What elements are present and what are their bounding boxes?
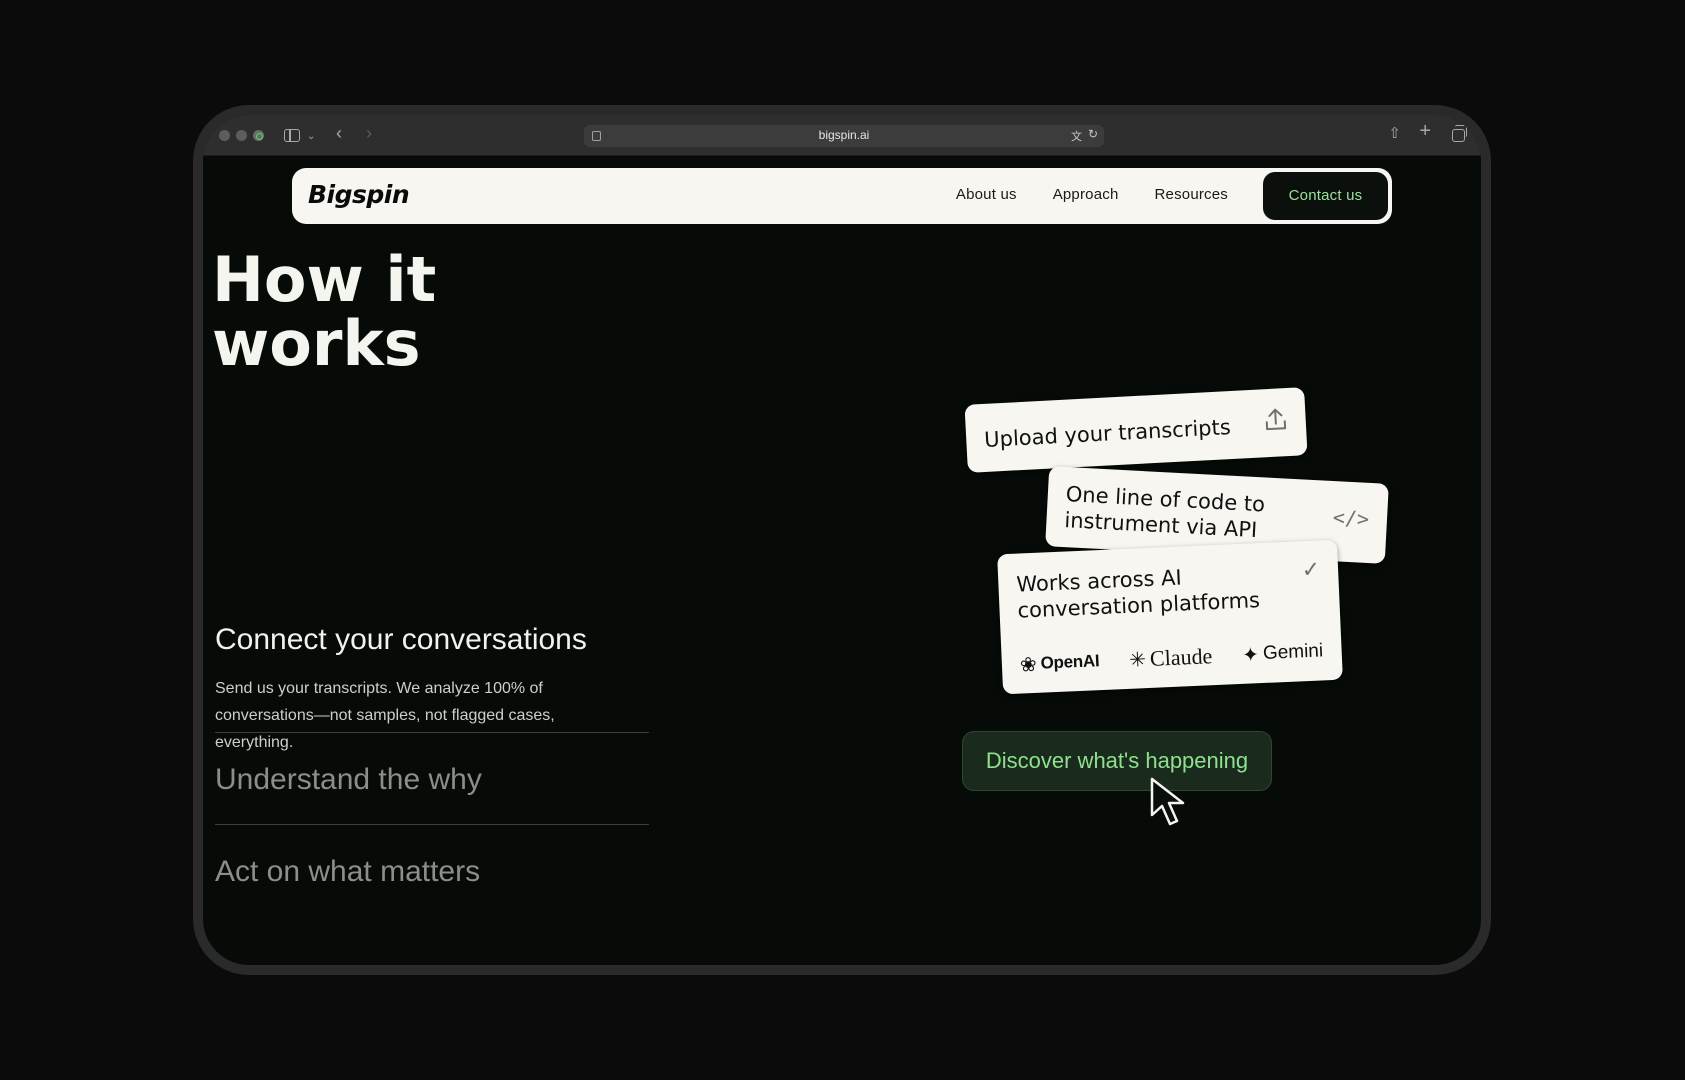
cursor-icon (1150, 777, 1185, 826)
back-icon[interactable]: ‹ (336, 124, 342, 142)
step-understand[interactable]: Understand the why (215, 763, 482, 797)
page-title: How it works (212, 248, 572, 376)
page-title-line-2: works (212, 307, 421, 380)
code-icon: </> (1332, 505, 1370, 531)
window-controls (219, 130, 264, 141)
translate-icon[interactable]: 文 (1071, 128, 1082, 144)
site-nav: Bigspin About us Approach Resources Cont… (292, 168, 1392, 224)
step-active-description: Send us your transcripts. We analyze 100… (215, 680, 555, 751)
sidebar-toggle-icon[interactable] (284, 129, 300, 142)
platforms-card-text: Works across AI conversation platforms (1015, 565, 1261, 623)
browser-window: ⌄ ‹ › bigspin.ai 文 ↻ ⇧ + Bigspin About u… (203, 115, 1481, 965)
api-card-text: One line of code to instrument via API (1063, 482, 1266, 543)
contact-button[interactable]: Contact us (1263, 172, 1388, 220)
device-frame: ⌄ ‹ › bigspin.ai 文 ↻ ⇧ + Bigspin About u… (193, 105, 1491, 975)
platforms-card: Works across AI conversation platforms ✓… (997, 539, 1343, 695)
forward-icon[interactable]: › (366, 124, 372, 142)
step-active-title[interactable]: Connect your conversations (215, 623, 587, 657)
address-bar[interactable]: bigspin.ai 文 ↻ (584, 125, 1104, 147)
gemini-logo: ✦ Gemini (1242, 639, 1324, 668)
minimize-window-button[interactable] (236, 130, 247, 141)
platform-logos: ❀ OpenAI ✳ Claude ✦ Gemini (1019, 638, 1323, 677)
check-icon: ✓ (1301, 556, 1321, 583)
share-icon[interactable]: ⇧ (1388, 125, 1401, 143)
claude-name: Claude (1149, 643, 1213, 671)
bigspin-logo[interactable]: Bigspin (308, 180, 410, 209)
upload-card-text: Upload your transcripts (983, 415, 1232, 452)
page-title-line-1: How it (212, 243, 437, 316)
step-divider (215, 824, 649, 825)
openai-icon: ❀ (1019, 653, 1038, 677)
url-text: bigspin.ai (818, 128, 870, 142)
chevron-down-icon[interactable]: ⌄ (307, 128, 315, 146)
claude-icon: ✳ (1128, 648, 1147, 672)
tab-overview-icon[interactable] (1452, 125, 1467, 142)
claude-logo: ✳ Claude (1129, 643, 1213, 673)
gemini-name: Gemini (1262, 640, 1324, 664)
nav-link-approach[interactable]: Approach (1053, 186, 1119, 203)
upload-icon (1263, 406, 1289, 439)
zoom-window-button[interactable] (253, 130, 264, 141)
close-window-button[interactable] (219, 130, 230, 141)
openai-name: OpenAI (1040, 651, 1100, 673)
nav-links: About us Approach Resources (956, 186, 1228, 203)
nav-link-about[interactable]: About us (956, 186, 1017, 203)
nav-link-resources[interactable]: Resources (1155, 186, 1229, 203)
gemini-icon: ✦ (1241, 643, 1260, 667)
reload-icon[interactable]: ↻ (1088, 127, 1098, 141)
openai-logo: ❀ OpenAI (1019, 649, 1099, 677)
step-divider (215, 732, 649, 733)
discover-button[interactable]: Discover what's happening (962, 731, 1272, 791)
upload-card: Upload your transcripts (964, 387, 1308, 473)
step-act[interactable]: Act on what matters (215, 855, 480, 889)
browser-toolbar: ⌄ ‹ › bigspin.ai 文 ↻ ⇧ + (203, 115, 1481, 156)
new-tab-icon[interactable]: + (1419, 121, 1431, 141)
